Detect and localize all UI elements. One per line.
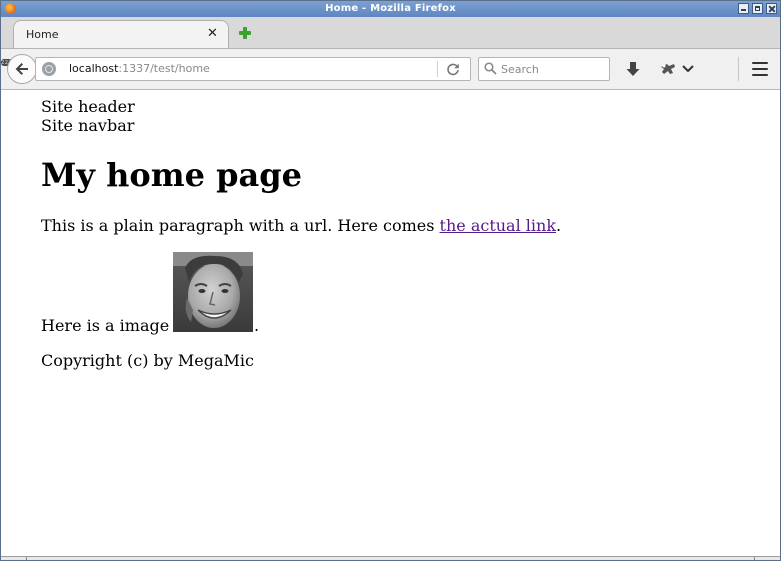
new-tab-button[interactable]	[239, 27, 251, 39]
hamburger-menu-icon[interactable]	[752, 62, 768, 76]
window-title: Home - Mozilla Firefox	[325, 3, 456, 14]
plain-paragraph: This is a plain paragraph with a url. He…	[41, 216, 562, 235]
chevron-down-icon[interactable]	[682, 61, 694, 77]
navigation-toolbar: localhost:1337/test/home zzz	[1, 49, 780, 90]
close-tab-icon[interactable]: ✕	[207, 27, 218, 41]
title-bar: Home - Mozilla Firefox	[1, 1, 780, 17]
toolbar-divider	[738, 57, 739, 81]
tab-strip: Home ✕	[1, 17, 780, 49]
tab-label: Home	[26, 28, 59, 41]
back-arrow-icon	[15, 63, 28, 75]
browser-window: Home - Mozilla Firefox Home ✕ localhost:…	[0, 0, 781, 561]
site-identity-icon[interactable]	[42, 62, 56, 76]
search-box[interactable]	[478, 57, 610, 81]
image-period: .	[254, 316, 260, 335]
search-icon	[484, 62, 497, 75]
search-input[interactable]	[501, 61, 605, 77]
actual-link[interactable]: the actual link	[440, 216, 557, 235]
page-title: My home page	[41, 156, 302, 194]
addon-icon[interactable]	[659, 61, 677, 77]
maximize-button[interactable]	[752, 3, 763, 14]
url-separator	[437, 61, 438, 77]
status-strip	[1, 556, 780, 560]
url-bar[interactable]: localhost:1337/test/home	[35, 57, 471, 81]
reload-icon[interactable]	[446, 62, 460, 76]
image-caption: Here is a image	[41, 316, 170, 335]
portrait-photo	[173, 252, 253, 332]
back-button[interactable]	[7, 54, 37, 84]
copyright: Copyright (c) by MegaMic	[41, 351, 254, 370]
url-text[interactable]: localhost:1337/test/home	[69, 62, 210, 75]
site-navbar: Site navbar	[41, 116, 135, 135]
tab-home[interactable]: Home ✕	[13, 20, 229, 48]
site-header: Site header	[41, 97, 135, 116]
page-content: Site header Site navbar My home page Thi…	[1, 90, 780, 556]
close-window-button[interactable]	[766, 3, 777, 14]
minimize-button[interactable]	[738, 3, 749, 14]
download-icon[interactable]	[625, 61, 641, 77]
